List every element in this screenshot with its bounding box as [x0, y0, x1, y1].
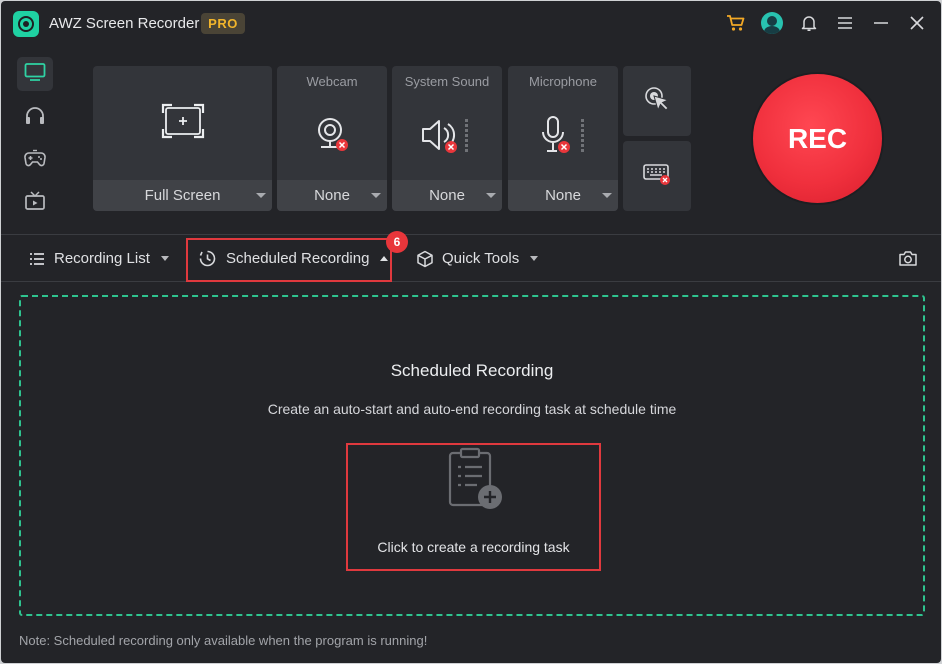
webcam-value: None	[314, 187, 350, 204]
toolbar: Recording List Scheduled Recording Quick…	[1, 234, 941, 282]
clipboard-add-icon	[446, 447, 506, 516]
rail-audio-button[interactable]	[17, 101, 53, 135]
camera-icon	[898, 250, 918, 267]
screen-source-card[interactable]: Full Screen	[93, 66, 272, 211]
microphone-source-card[interactable]: Microphone None	[508, 66, 618, 211]
rail-screen-button[interactable]	[17, 57, 53, 91]
avatar	[761, 12, 783, 34]
cursor-click-icon	[643, 85, 671, 118]
chevron-down-icon	[160, 256, 169, 261]
list-icon	[29, 252, 45, 266]
screen-mode-value: Full Screen	[144, 187, 221, 204]
chevron-down-icon	[486, 193, 496, 198]
keyboard-off-icon	[642, 161, 672, 192]
cube-icon	[416, 250, 434, 268]
system-sound-dropdown[interactable]: None	[392, 180, 502, 211]
bell-icon[interactable]	[798, 12, 820, 34]
panel-description: Create an auto-start and auto-end record…	[267, 401, 677, 417]
chevron-down-icon	[602, 193, 612, 198]
panel-title: Scheduled Recording	[390, 361, 554, 380]
pro-badge[interactable]: PRO	[201, 13, 245, 34]
gamepad-icon	[23, 148, 47, 173]
quick-tools-label: Quick Tools	[442, 250, 520, 267]
screenshot-button[interactable]	[898, 235, 918, 282]
minimize-icon[interactable]	[870, 12, 892, 34]
title-bar: AWZ Screen Recorder PRO	[1, 1, 941, 45]
fullscreen-icon	[161, 103, 205, 144]
microphone-label: Microphone	[529, 74, 597, 89]
close-icon[interactable]	[906, 12, 928, 34]
headphones-icon	[24, 106, 46, 131]
chevron-down-icon	[371, 193, 381, 198]
chevron-down-icon	[256, 193, 266, 198]
chevron-down-icon	[530, 256, 539, 261]
speaker-off-icon	[419, 113, 475, 162]
system-sound-source-card[interactable]: System Sound None	[392, 66, 502, 211]
cursor-effect-button[interactable]	[623, 66, 691, 136]
system-sound-label: System Sound	[404, 74, 490, 89]
create-task-label: Click to create a recording task	[377, 539, 570, 555]
microphone-dropdown[interactable]: None	[508, 180, 618, 211]
step-badge: 6	[386, 231, 408, 253]
menu-icon[interactable]	[834, 12, 856, 34]
app-logo-icon	[13, 11, 39, 37]
screen-mode-dropdown[interactable]: Full Screen	[93, 180, 272, 211]
app-window: AWZ Screen Recorder PRO Full Screen Webc…	[1, 1, 941, 663]
app-title: AWZ Screen Recorder	[49, 15, 200, 32]
user-avatar[interactable]	[761, 12, 783, 34]
webcam-source-card[interactable]: Webcam None	[277, 66, 387, 211]
cart-icon[interactable]	[725, 12, 747, 34]
screen-icon	[24, 62, 46, 87]
webcam-dropdown[interactable]: None	[277, 180, 387, 211]
microphone-value: None	[545, 187, 581, 204]
rec-button[interactable]: REC	[753, 74, 882, 203]
quick-tools-button[interactable]: Quick Tools	[416, 235, 539, 282]
rail-tv-button[interactable]	[17, 186, 53, 220]
recording-list-label: Recording List	[54, 250, 150, 267]
system-sound-value: None	[429, 187, 465, 204]
webcam-label: Webcam	[306, 74, 358, 89]
webcam-off-icon	[312, 115, 352, 160]
scheduled-recording-highlight	[186, 238, 392, 282]
keystroke-button[interactable]	[623, 141, 691, 211]
rail-game-button[interactable]	[17, 143, 53, 177]
footer-note: Note: Scheduled recording only available…	[19, 633, 428, 648]
microphone-off-icon	[535, 113, 591, 162]
create-task-button[interactable]: Click to create a recording task	[346, 443, 601, 571]
recording-list-button[interactable]: Recording List	[29, 235, 169, 282]
tv-icon	[24, 190, 46, 216]
